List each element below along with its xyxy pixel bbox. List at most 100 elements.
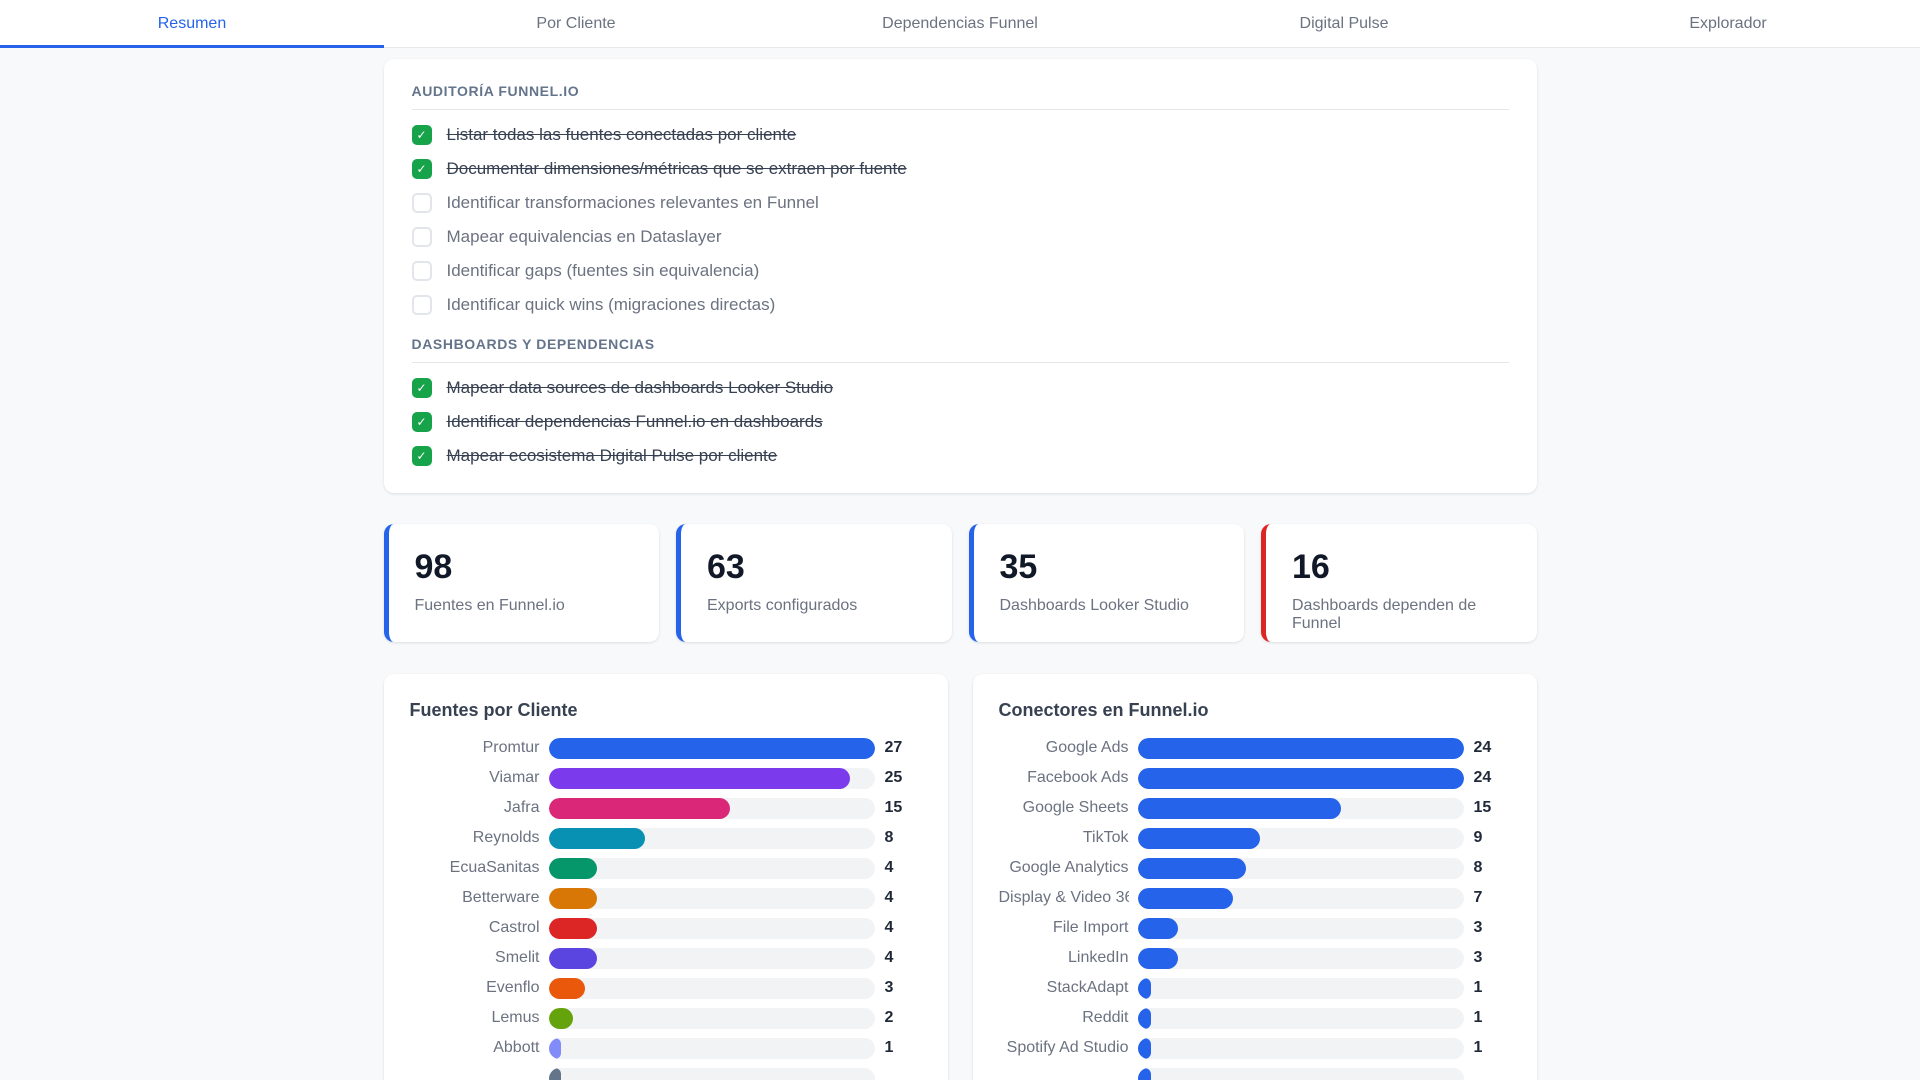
tab-digital-pulse[interactable]: Digital Pulse [1152,0,1536,47]
bar-value: 8 [884,829,894,846]
checklist-item-mapear-ecosistema-digital-pulse-por-cliente[interactable]: ✓ Mapear ecosistema Digital Pulse por cli… [411,439,1509,473]
bar-fill [548,1037,561,1059]
checkbox-unchecked-icon[interactable] [411,227,432,247]
charts-row: Fuentes por Cliente Promtur 27 Viamar 25 Jaf… [383,674,1537,1080]
stat-label: Dashboards dependen de Funnel [1292,597,1477,632]
bar-value: 3 [1473,919,1483,936]
bar-fill [548,887,597,909]
bar-fill [548,857,597,879]
bar-row-betterware: Betterware 4 [410,883,922,913]
checkbox-checked-icon[interactable]: ✓ [411,412,432,432]
checklist-item-label: Identificar quick wins (migraciones dire… [446,295,776,314]
bar-fill [1137,767,1464,789]
bar-value: 9 [1473,829,1483,846]
checklist-item-mapear-equivalencias-en-dataslayer[interactable]: Mapear equivalencias en Dataslayer [411,220,1509,254]
bar-label: EcuaSanitas [449,859,540,876]
bar-row-castrol: Castrol 4 [410,913,922,943]
bar-value: 24 [1473,769,1492,786]
bar-value: 7 [1473,889,1483,906]
bar-label: Google Ads [1045,739,1129,756]
bar-track [1137,737,1464,759]
checklist-item-label: Mapear data sources de dashboards Looker… [446,378,834,397]
bar-fill [1137,1067,1152,1080]
checkbox-checked-icon[interactable]: ✓ [411,446,432,466]
bar-value: 25 [884,769,903,786]
checkbox-unchecked-icon[interactable] [411,193,432,213]
bar-label: Betterware [462,889,540,906]
checklist-item-identificar-dependencias-funnel-io-en-dashboards[interactable]: ✓ Identificar dependencias Funnel.io en d… [411,405,1509,439]
bar-label: LinkedIn [1068,949,1129,966]
checkbox-checked-icon[interactable]: ✓ [411,159,432,179]
bar-fill [1137,737,1464,759]
checkbox-checked-icon[interactable]: ✓ [411,125,432,145]
bar-track [1137,917,1464,939]
bar-value: 15 [884,799,903,816]
bar-label: Spotify Ad Studio [1006,1039,1129,1056]
chart-card-fuentes-por-cliente: Fuentes por Cliente Promtur 27 Viamar 25 Jaf… [383,674,948,1080]
bar-value: 24 [1473,739,1492,756]
bar-row-promtur: Promtur 27 [410,733,922,763]
bar-row-abbott: Abbott 1 [410,1033,922,1063]
checklist-item-documentar-dimensiones-metricas-que-se-extraen-por-fuente[interactable]: ✓ Documentar dimensiones/métricas que se … [411,152,1509,186]
bar-fill [1137,827,1260,849]
bar-track [1137,797,1464,819]
checklist-section-dashboards-y-dependencias: DASHBOARDS Y DEPENDENCIAS ✓ Mapear data so… [411,336,1509,473]
bar-row-ecuasanitas: EcuaSanitas 4 [410,853,922,883]
bar-row-display-video-360: Display & Video 360 7 [999,883,1511,913]
stat-card-dashboards-looker-studio: 35 Dashboards Looker Studio [968,524,1244,642]
bar-label: Google Analytics [1009,859,1129,876]
bar-track [548,1037,875,1059]
bar-fill [548,947,597,969]
stat-label: Exports configurados [707,597,858,614]
bar-fill [1137,797,1342,819]
checklist-item-listar-todas-las-fuentes-conectadas-por-cliente[interactable]: ✓ Listar todas las fuentes conectadas por… [411,118,1509,152]
tab-resumen[interactable]: Resumen [0,0,384,48]
tab-por-cliente[interactable]: Por Cliente [384,0,768,47]
bar-fill [548,737,875,759]
bar-fill [548,917,597,939]
checklist-item-mapear-data-sources-de-dashboards-looker-studio[interactable]: ✓ Mapear data sources de dashboards Looke… [411,371,1509,405]
stat-card-dashboards-dependen-de-funnel: 16 Dashboards dependen de Funnel [1261,524,1537,642]
bar-track [1137,1007,1464,1029]
checkbox-unchecked-icon[interactable] [411,295,432,315]
checkbox-checked-icon[interactable]: ✓ [411,378,432,398]
tab-label: Digital Pulse [1299,14,1389,32]
bar-label: Smelit [495,949,540,966]
stat-value: 35 [999,548,1038,586]
checkbox-unchecked-icon[interactable] [411,261,432,281]
checklist-item-identificar-gaps-fuentes-sin-equivalencia[interactable]: Identificar gaps (fuentes sin equivalenc… [411,254,1509,288]
chart-card-conectores-funnel: Conectores en Funnel.io Google Ads 24 Face… [972,674,1537,1080]
checklist-item-label: Identificar transformaciones relevantes … [446,193,819,212]
bar-label: Display & Video 360 [998,889,1129,906]
bar-label: Reynolds [472,829,540,846]
stat-card-exports-configurados: 63 Exports configurados [676,524,952,642]
bar-fill [548,1007,573,1029]
stat-value: 63 [707,548,745,586]
checklist-item-identificar-quick-wins-migraciones-directas[interactable]: Identificar quick wins (migraciones dire… [411,288,1509,322]
bar-track [548,827,875,849]
stat-card-fuentes-en-funnel-io: 98 Fuentes en Funnel.io [383,524,659,642]
checklist-item-identificar-transformaciones-relevantes-en-funnel[interactable]: Identificar transformaciones relevantes … [411,186,1509,220]
bar-track [1137,1067,1464,1080]
bar-track [548,1067,875,1080]
bar-track [548,1007,875,1029]
chart-bars: Google Ads 24 Facebook Ads 24 Google Sheets 1… [999,733,1511,1080]
tab-explorador[interactable]: Explorador [1536,0,1920,47]
checklist-item-label: Mapear equivalencias en Dataslayer [446,227,722,246]
bar-row-tiktok: TikTok 9 [999,823,1511,853]
checklist-item-label: Identificar gaps (fuentes sin equivalenc… [446,261,760,280]
bar-row-reddit: Reddit 1 [999,1003,1511,1033]
bar-row-lemus: Lemus 2 [410,1003,922,1033]
tab-dependencias-funnel[interactable]: Dependencias Funnel [768,0,1152,47]
bar-row-linkedin: LinkedIn 3 [999,943,1511,973]
bar-fill [1137,917,1179,939]
bar-row-stackadapt: StackAdapt 1 [999,973,1511,1003]
bar-fill [548,1067,561,1080]
stats-row: 98 Fuentes en Funnel.io 63 Exports configur… [383,524,1537,642]
bar-value: 27 [884,739,903,756]
bar-row-jafra: Jafra 15 [410,793,922,823]
stat-value: 98 [414,548,453,586]
bar-value: 4 [884,949,894,966]
bar-track [548,887,875,909]
bar-track [1137,947,1464,969]
